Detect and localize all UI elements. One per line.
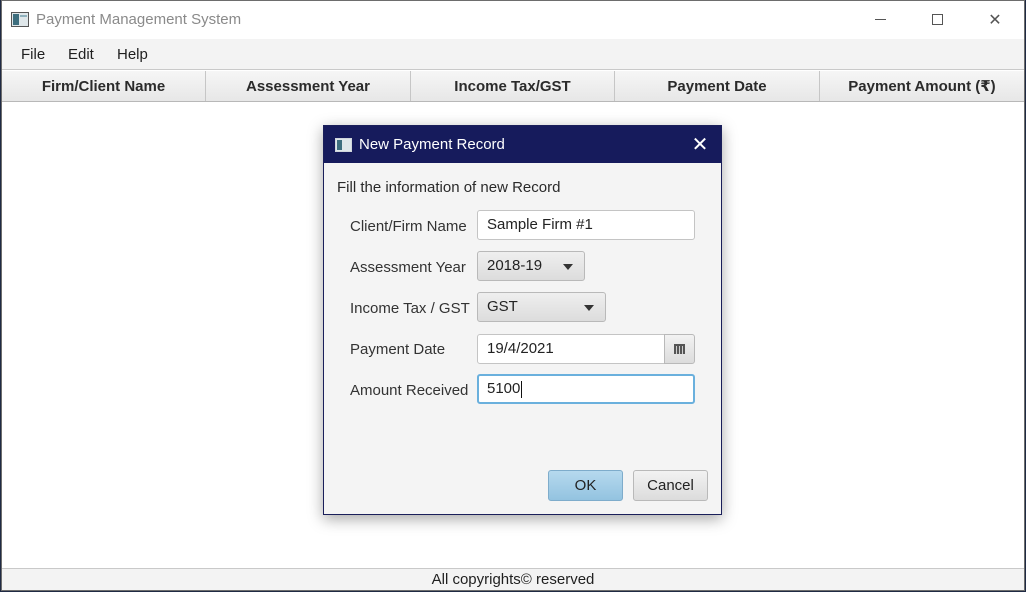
close-icon: ✕ <box>988 12 1002 29</box>
tax-type-label: Income Tax / GST <box>350 300 470 317</box>
minimize-icon <box>874 18 886 20</box>
column-header-payment-amount[interactable]: Payment Amount (₹) <box>820 71 1024 101</box>
tax-type-value: GST <box>487 298 518 315</box>
status-footer: All copyrights© reserved <box>2 568 1024 590</box>
menu-bar: File Edit Help <box>2 39 1024 70</box>
amount-value: 5100 <box>487 380 521 397</box>
window-close-button[interactable]: ✕ <box>972 1 1018 39</box>
window-titlebar[interactable]: Payment Management System ✕ <box>2 1 1024 39</box>
assessment-year-value: 2018-19 <box>487 257 543 274</box>
tax-type-select[interactable]: GST <box>477 292 606 322</box>
maximize-icon <box>931 13 943 25</box>
payment-date-input[interactable]: 19/4/2021 <box>477 334 665 364</box>
app-icon <box>335 138 352 152</box>
menu-help[interactable]: Help <box>117 46 148 63</box>
maximize-button[interactable] <box>914 1 960 39</box>
minimize-button[interactable] <box>857 1 903 39</box>
menu-file[interactable]: File <box>21 46 45 63</box>
assessment-year-label: Assessment Year <box>350 259 466 276</box>
calendar-icon <box>674 344 685 354</box>
window-title: Payment Management System <box>36 11 242 28</box>
client-name-label: Client/Firm Name <box>350 218 467 235</box>
chevron-down-icon <box>563 264 573 270</box>
column-header-tax-type[interactable]: Income Tax/GST <box>411 71 615 101</box>
dialog-title: New Payment Record <box>359 136 505 153</box>
dialog-close-icon[interactable]: ✕ <box>689 133 711 156</box>
date-picker-button[interactable] <box>664 334 695 364</box>
menu-edit[interactable]: Edit <box>68 46 94 63</box>
column-header-assessment-year[interactable]: Assessment Year <box>206 71 411 101</box>
ok-button[interactable]: OK <box>548 470 623 501</box>
new-payment-dialog: New Payment Record ✕ Fill the informatio… <box>323 125 722 515</box>
amount-label: Amount Received <box>350 382 469 399</box>
table-header: Firm/Client Name Assessment Year Income … <box>2 71 1024 102</box>
cancel-button[interactable]: Cancel <box>633 470 708 501</box>
dialog-titlebar[interactable]: New Payment Record ✕ <box>324 126 721 163</box>
payment-date-label: Payment Date <box>350 341 446 358</box>
column-header-payment-date[interactable]: Payment Date <box>615 71 820 101</box>
assessment-year-select[interactable]: 2018-19 <box>477 251 585 281</box>
client-name-input[interactable]: Sample Firm #1 <box>477 210 695 240</box>
chevron-down-icon <box>584 305 594 311</box>
dialog-header-text: Fill the information of new Record <box>337 179 561 196</box>
column-header-firm[interactable]: Firm/Client Name <box>2 71 206 101</box>
amount-input[interactable]: 5100 <box>477 374 695 404</box>
text-caret <box>521 380 523 398</box>
app-icon <box>11 12 29 27</box>
